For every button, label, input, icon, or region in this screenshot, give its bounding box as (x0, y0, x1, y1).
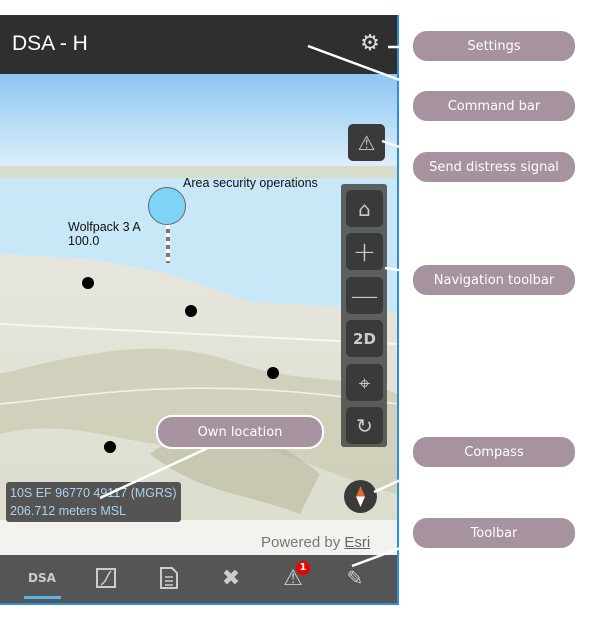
map-point[interactable] (82, 277, 94, 289)
symbol-stem (166, 225, 170, 263)
area-security-symbol[interactable] (148, 187, 186, 225)
command-bar-callout: Command bar (411, 89, 577, 123)
compass-button[interactable] (344, 480, 377, 513)
command-bar: DSA - H ⚙ (0, 15, 397, 74)
reports-tab[interactable] (157, 563, 181, 593)
plus-icon: + (352, 235, 377, 268)
zoom-out-button[interactable]: — (346, 277, 383, 314)
home-icon: ⌂ (358, 196, 371, 221)
minus-icon: — (350, 279, 379, 312)
map-point[interactable] (267, 367, 279, 379)
pencil-icon: ✎ (346, 566, 364, 590)
2d-label: 2D (353, 329, 376, 348)
home-button[interactable]: ⌂ (346, 190, 383, 227)
toolbar: DSA ✖ ⚠ 1 ✎ (0, 555, 397, 603)
attribution: Powered by Esri (261, 534, 370, 551)
rotate-button[interactable]: ↻ (346, 407, 383, 444)
area-security-label: Area security operations (183, 176, 318, 190)
alert-badge: 1 (296, 561, 310, 575)
settings-callout: Settings (411, 29, 577, 63)
tools-tab[interactable]: ✖ (218, 563, 244, 593)
navigation-callout: Navigation toolbar (411, 263, 577, 297)
dsa-label: DSA (28, 571, 56, 585)
app-title: DSA - H (12, 32, 88, 55)
own-location-callout: Own location (156, 415, 324, 449)
active-tab-indicator (24, 596, 61, 599)
send-distress-button[interactable]: ⚠ (348, 124, 385, 161)
compass-callout: Compass (411, 435, 577, 469)
mgrs-text: 10S EF 96770 49117 (MGRS) (10, 486, 177, 500)
distress-callout: Send distress signal (411, 150, 577, 184)
map-point[interactable] (185, 305, 197, 317)
navigation-toolbar: ⌂ + — 2D ⌖ ↻ (341, 184, 387, 447)
zoom-in-button[interactable]: + (346, 233, 383, 270)
map-view[interactable]: Area security operations Wolfpack 3 A 10… (0, 74, 397, 555)
map-point[interactable] (104, 441, 116, 453)
warning-icon: ⚠ (357, 130, 376, 155)
app-window: DSA - H ⚙ Area security operations Wolfp… (0, 15, 399, 605)
attribution-prefix: Powered by (261, 534, 345, 551)
map-tab[interactable] (94, 563, 118, 593)
toolbar-callout: Toolbar (411, 516, 577, 550)
esri-link[interactable]: Esri (344, 534, 370, 551)
edit-tab[interactable]: ✎ (342, 563, 368, 593)
rotate-icon: ↻ (356, 413, 373, 438)
map-icon (96, 568, 116, 588)
unit-name-label: Wolfpack 3 A (68, 220, 141, 234)
tab-dsa[interactable]: DSA (22, 563, 62, 593)
compass-icon (356, 486, 365, 507)
coordinate-readout: 10S EF 96770 49117 (MGRS) 206.712 meters… (6, 482, 181, 522)
2d-toggle-button[interactable]: 2D (346, 320, 383, 357)
document-icon (160, 567, 178, 589)
alerts-tab[interactable]: ⚠ 1 (280, 561, 310, 593)
locate-button[interactable]: ⌖ (346, 364, 383, 401)
crosshair-icon: ⌖ (358, 370, 371, 395)
gear-icon[interactable]: ⚙ (359, 33, 381, 55)
tools-icon: ✖ (221, 565, 241, 591)
unit-value-label: 100.0 (68, 234, 100, 248)
elevation-text: 206.712 meters MSL (10, 504, 127, 518)
